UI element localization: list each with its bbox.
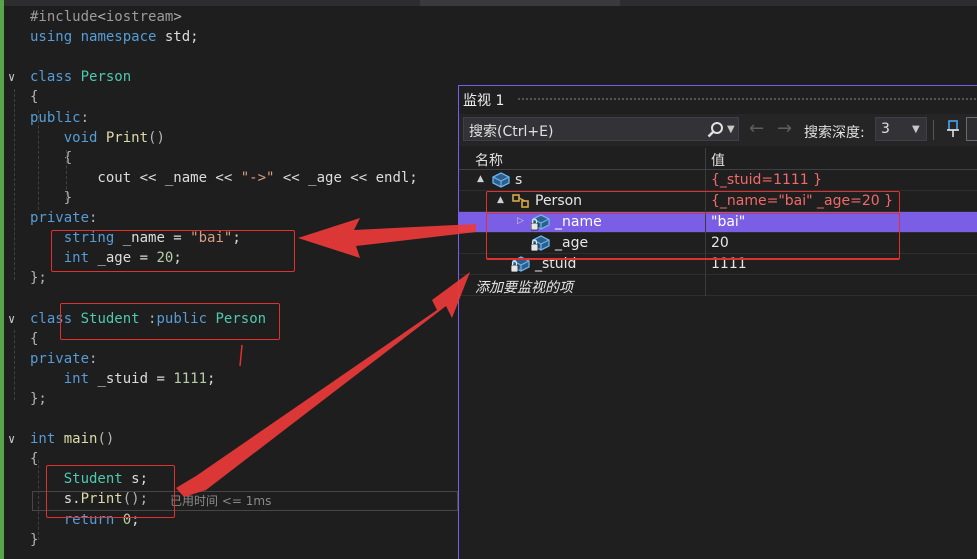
code-line[interactable]: {	[30, 329, 38, 349]
elapsed-time-hint: 已用时间 <= 1ms	[170, 494, 272, 508]
toolbar-overflow-button[interactable]	[966, 117, 977, 141]
code-token: namespace	[80, 29, 157, 46]
code-token: using	[30, 29, 73, 46]
code-line[interactable]: private:	[30, 208, 97, 228]
annotation-box-members	[51, 230, 295, 272]
annotation-box-fields	[486, 213, 900, 260]
chevron-down-icon[interactable]: ▼	[727, 124, 735, 135]
search-depth-select[interactable]: 3 ▼	[875, 117, 927, 141]
code-token: {	[30, 330, 39, 347]
code-token: int	[63, 370, 90, 387]
code-token: class	[30, 69, 73, 86]
code-line[interactable]: cout << _name << "->" << _age << endl;	[30, 168, 418, 188]
search-input[interactable]: 搜索(Ctrl+E) ▼	[463, 117, 739, 141]
code-token: ()	[97, 431, 115, 448]
column-name-header[interactable]: 名称	[475, 150, 503, 170]
code-token: void	[63, 129, 98, 146]
watch-row-name: s	[515, 172, 523, 188]
code-token: _stuid =	[89, 370, 174, 387]
column-divider	[705, 170, 706, 191]
code-token: >	[173, 9, 182, 25]
fold-toggle-icon[interactable]: ∨	[8, 429, 20, 449]
search-depth-value: 3	[881, 121, 890, 137]
indent-guide	[66, 150, 67, 200]
code-line[interactable]: };	[30, 389, 47, 409]
fold-toggle-icon[interactable]: ∨	[8, 67, 20, 87]
code-token: ()	[148, 129, 165, 146]
code-line[interactable]: class Person	[30, 67, 131, 87]
code-line[interactable]: void Print()	[30, 128, 165, 148]
pin-icon[interactable]	[941, 118, 963, 140]
search-placeholder: 搜索(Ctrl+E)	[469, 124, 554, 140]
code-token: "->"	[240, 169, 275, 186]
code-token: #include	[30, 9, 98, 25]
code-token: private	[30, 350, 90, 367]
fold-toggle-icon[interactable]: ∨	[8, 309, 20, 329]
toolbar-divider	[933, 120, 934, 140]
code-token: :	[89, 350, 98, 367]
column-value-header[interactable]: 值	[711, 150, 725, 170]
annotation-box-main	[46, 465, 175, 518]
column-divider	[705, 275, 706, 296]
watch-window[interactable]: 监视 1 搜索(Ctrl+E) ▼ ← → 搜索深度: 3 ▼ 名称 值 ▲ s…	[458, 85, 977, 559]
code-token: main	[63, 431, 98, 448]
object-icon	[492, 172, 510, 188]
watch-column-header: 名称 值	[459, 148, 977, 170]
code-token: Print	[105, 129, 149, 146]
annotation-box-inheritance	[60, 303, 280, 340]
code-token: cout << _name <<	[30, 169, 241, 186]
code-line[interactable]: int main()	[30, 429, 114, 449]
indent-guide	[38, 110, 39, 210]
code-token: Person	[80, 69, 132, 86]
search-next-icon[interactable]: →	[777, 118, 792, 139]
code-token: ;	[207, 370, 216, 387]
chevron-down-icon: ▼	[912, 124, 920, 135]
indent-guide	[14, 89, 15, 280]
indent-guide	[14, 330, 15, 400]
code-token: 1111	[173, 370, 208, 387]
code-token: :	[80, 109, 90, 126]
code-token: << _age << endl;	[274, 169, 418, 186]
code-token: {	[30, 89, 39, 106]
code-token: };	[30, 390, 47, 407]
code-token: <	[97, 9, 106, 25]
add-watch-row[interactable]: 添加要监视的项	[459, 275, 977, 296]
column-splitter[interactable]	[705, 148, 706, 170]
search-icon[interactable]	[706, 120, 726, 140]
code-line[interactable]: {	[30, 87, 38, 107]
code-token: std;	[156, 29, 199, 46]
watch-row[interactable]: ▲ s {_stuid=1111 }	[459, 170, 977, 191]
code-line[interactable]: #include<iostream>	[30, 7, 182, 27]
watch-title-bar[interactable]: 监视 1	[459, 86, 977, 112]
code-line[interactable]: int _stuid = 1111;	[30, 369, 216, 389]
search-previous-icon[interactable]: ←	[749, 118, 764, 139]
add-watch-placeholder: 添加要监视的项	[475, 280, 573, 296]
watch-row-value[interactable]: {_stuid=1111 }	[711, 172, 822, 188]
code-line[interactable]: };	[30, 268, 47, 288]
watch-toolbar: 搜索(Ctrl+E) ▼ ← → 搜索深度: 3 ▼	[459, 114, 977, 146]
code-token: iostream	[105, 9, 174, 25]
code-token: private	[30, 210, 90, 226]
code-token: };	[30, 270, 47, 287]
code-token: :	[89, 210, 98, 226]
code-line[interactable]: private:	[30, 349, 97, 369]
watch-title: 监视 1	[463, 93, 505, 109]
code-token: int	[30, 431, 56, 448]
collapse-icon[interactable]: ▲	[477, 174, 484, 184]
code-line[interactable]: using namespace std;	[30, 27, 199, 47]
title-grip[interactable]	[517, 97, 977, 102]
search-depth-label: 搜索深度:	[804, 125, 865, 141]
